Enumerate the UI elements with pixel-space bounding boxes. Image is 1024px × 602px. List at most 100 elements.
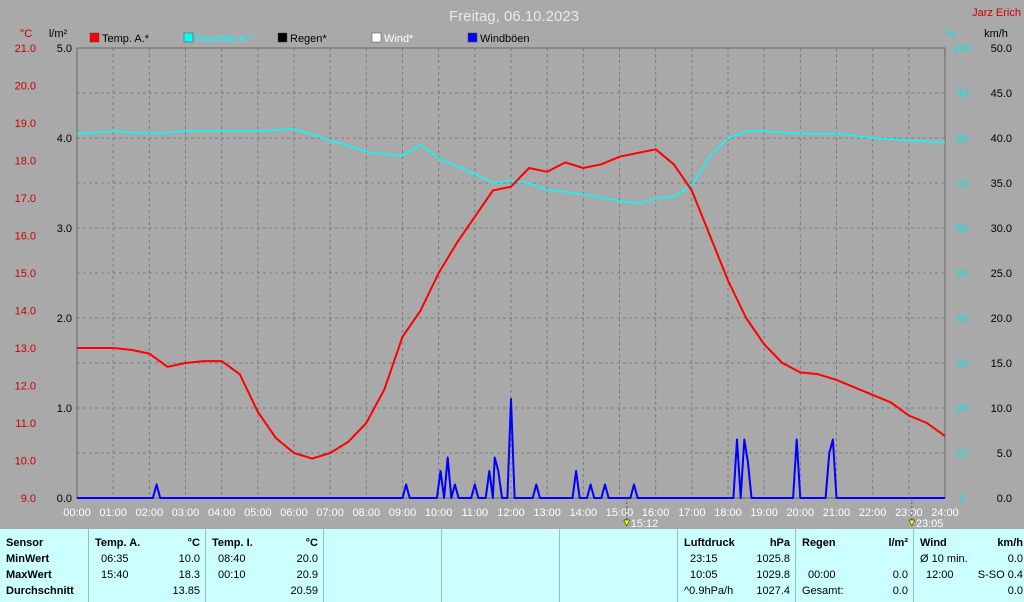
wind-tick-label: 40.0	[991, 133, 1012, 145]
x-tick-label: 09:00	[389, 507, 417, 519]
wind-tick-label: 15.0	[991, 358, 1012, 370]
x-tick-label: 20:00	[787, 507, 815, 519]
temp-tick-label: 11.0	[15, 418, 36, 430]
wind-tick-label: 30.0	[991, 223, 1012, 235]
x-tick-label: 14:00	[570, 507, 598, 519]
x-tick-label: 11:00	[461, 507, 488, 519]
marker-triangle	[908, 519, 916, 527]
wind-avg-label: Ø 10 min.	[920, 553, 968, 565]
temp-tick-label: 17.0	[15, 193, 36, 205]
x-tick-label: 19:00	[750, 507, 778, 519]
humidity-tick-label: 60	[956, 223, 968, 235]
humidity-tick-label: 20	[956, 403, 968, 415]
temp-tick-label: 19.0	[15, 118, 36, 130]
legend-label: Wind*	[384, 33, 414, 45]
wind-unit: km/h	[997, 537, 1023, 549]
temp-a-avg-value: 13.85	[172, 585, 200, 597]
humidity-unit-label: %	[946, 28, 956, 40]
wind-avg-value: 0.0	[1007, 553, 1023, 565]
temp-a-unit: °C	[187, 537, 200, 549]
x-tick-label: 10:00	[425, 507, 453, 519]
temp-tick-label: 10.0	[15, 456, 36, 468]
wind-tick-label: 0.0	[997, 493, 1012, 505]
pressure-max-time: 10:05	[690, 569, 718, 581]
temp-tick-label: 21.0	[15, 43, 36, 55]
x-tick-label: 13:00	[533, 507, 561, 519]
temp-a-min-time: 06:35	[101, 553, 129, 565]
humidity-tick-label: 40	[956, 313, 968, 325]
empty-column-2	[441, 529, 560, 602]
pressure-column: Luftdruck hPa 23:15 1025.8 10:05 1029.8 …	[677, 529, 796, 602]
rain-unit-label: l/m²	[49, 28, 68, 40]
rain-max-value: 0.0	[892, 569, 908, 581]
humidity-tick-label: 30	[956, 358, 968, 370]
rain-tick-label: 1.0	[57, 403, 72, 415]
wind-tick-label: 45.0	[991, 88, 1012, 100]
marker-label: 23:05	[916, 518, 944, 529]
temp-i-header: Temp. I.	[212, 537, 253, 549]
legend-swatch	[277, 32, 288, 43]
temp-a-header: Temp. A.	[95, 537, 141, 549]
legend-label: Temp. A.*	[102, 33, 150, 45]
temp-i-max-value: 20.9	[296, 569, 318, 581]
humidity-tick-label: 100	[953, 43, 971, 55]
x-tick-label: 12:00	[497, 507, 525, 519]
temp-i-min-value: 20.0	[296, 553, 318, 565]
rain-tick-label: 5.0	[57, 43, 72, 55]
weather-chart: Freitag, 06.10.2023 Jarz Erich °C l/m² %…	[15, 7, 1021, 529]
x-tick-label: 21:00	[823, 507, 851, 519]
rain-tick-label: 3.0	[57, 223, 72, 235]
humidity-tick-label: 0	[959, 493, 965, 505]
x-tick-label: 22:00	[859, 507, 887, 519]
empty-column-1	[323, 529, 442, 602]
temp-i-column: Temp. I. °C 08:40 20.0 00:10 20.9 20.59	[205, 529, 324, 602]
legend-label: Regen*	[290, 33, 327, 45]
durchschnitt-label: Durchschnitt	[6, 585, 74, 597]
temp-tick-label: 15.0	[15, 268, 36, 280]
wind-total-value: 0.0	[1007, 585, 1023, 597]
x-tick-label: 18:00	[714, 507, 742, 519]
legend-swatch	[89, 32, 100, 43]
stats-footer: Sensor MinWert MaxWert Durchschnitt Temp…	[0, 529, 1024, 602]
humidity-tick-label: 80	[956, 133, 968, 145]
x-tick-label: 05:00	[244, 507, 272, 519]
rain-column: Regen l/m² 00:00 0.0 Gesamt: 0.0	[795, 529, 914, 602]
temp-a-max-time: 15:40	[101, 569, 129, 581]
temp-tick-label: 16.0	[15, 231, 36, 243]
temp-i-max-time: 00:10	[218, 569, 246, 581]
wind-column: Wind km/h Ø 10 min. 0.0 12:00 S-SO 0.4 0…	[913, 529, 1024, 602]
x-tick-label: 02:00	[136, 507, 164, 519]
pressure-header: Luftdruck	[684, 537, 735, 549]
temp-unit-label: °C	[20, 28, 32, 40]
rain-total-value: 0.0	[892, 585, 908, 597]
wind-tick-label: 5.0	[997, 448, 1012, 460]
temp-tick-label: 12.0	[15, 381, 36, 393]
legend-label: Windböen	[480, 33, 530, 45]
wind-unit-label: km/h	[984, 28, 1008, 40]
legend-swatch	[183, 32, 194, 43]
temp-tick-label: 13.0	[15, 343, 36, 355]
wind-tick-label: 35.0	[991, 178, 1012, 190]
temp-tick-label: 14.0	[15, 306, 36, 318]
x-tick-label: 04:00	[208, 507, 236, 519]
rain-max-time: 00:00	[808, 569, 836, 581]
wind-tick-label: 10.0	[991, 403, 1012, 415]
humidity-tick-label: 90	[956, 88, 968, 100]
legend-swatch	[371, 32, 382, 43]
temp-i-avg-value: 20.59	[290, 585, 318, 597]
legend: Temp. A.* Feuchte A.* Regen* Wind* Windböen	[89, 32, 530, 45]
rain-total-label: Gesamt:	[802, 585, 844, 597]
rain-unit: l/m²	[888, 537, 908, 549]
temp-tick-label: 9.0	[21, 493, 36, 505]
rain-tick-label: 4.0	[57, 133, 72, 145]
rain-tick-label: 0.0	[57, 493, 72, 505]
pressure-max-value: 1029.8	[756, 569, 790, 581]
sensor-column: Sensor MinWert MaxWert Durchschnitt	[0, 529, 88, 602]
author-label: Jarz Erich	[972, 7, 1021, 19]
temp-a-column: Temp. A. °C 06:35 10.0 15:40 18.3 13.85	[88, 529, 206, 602]
x-tick-label: 07:00	[316, 507, 344, 519]
legend-swatch	[467, 32, 478, 43]
temp-a-max-value: 18.3	[178, 569, 200, 581]
humidity-tick-label: 10	[956, 448, 968, 460]
pressure-min-value: 1025.8	[756, 553, 790, 565]
